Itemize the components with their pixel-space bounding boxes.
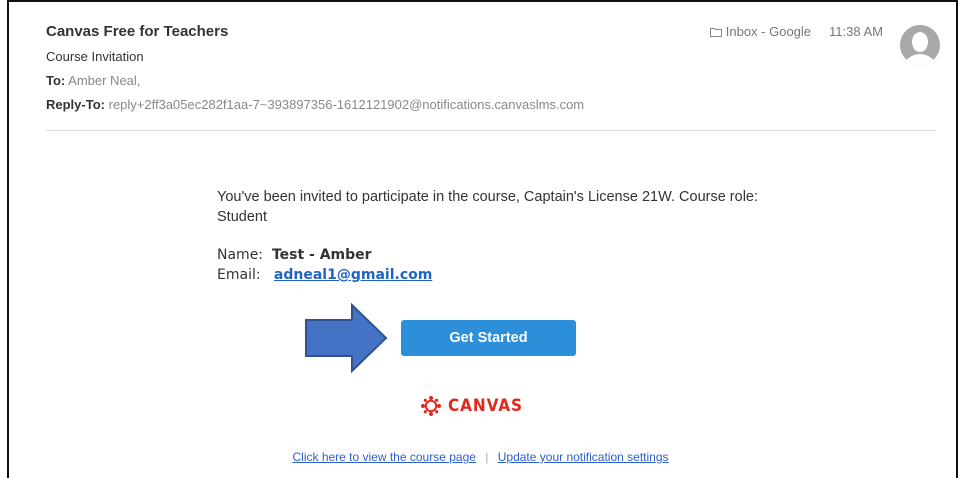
notification-settings-link[interactable]: Update your notification settings — [498, 450, 669, 464]
reply-to-value: reply+2ff3a05ec282f1aa-7~393897356-16121… — [108, 97, 585, 112]
canvas-logo-icon — [421, 396, 441, 416]
email-time: 11:38 AM — [829, 24, 883, 39]
folder-icon — [709, 27, 722, 37]
email-footer: Click here to view the course page | Upd… — [0, 450, 961, 464]
avatar[interactable] — [900, 25, 940, 65]
course-page-link[interactable]: Click here to view the course page — [292, 450, 475, 464]
get-started-button[interactable]: Get Started — [401, 320, 576, 356]
sender-name: Canvas Free for Teachers — [46, 23, 229, 40]
email-header: Canvas Free for Teachers Course Invitati… — [46, 0, 943, 132]
name-value: Test - Amber — [271, 247, 372, 263]
name-row: Name: Test - Amber — [217, 245, 432, 265]
canvas-logo: CANVAS — [420, 395, 531, 417]
account-info: Name: Test - Amber Email: adneal1@gmail.… — [217, 245, 432, 285]
footer-separator: | — [485, 450, 489, 464]
email-link[interactable]: adneal1@gmail.com — [274, 267, 432, 283]
email-row: Email: adneal1@gmail.com — [217, 265, 432, 285]
avatar-icon — [900, 25, 940, 65]
invitation-text: You've been invited to participate in th… — [217, 189, 759, 225]
to-label: To: — [46, 73, 66, 88]
email-label: Email: — [217, 267, 261, 283]
email-meta: Inbox - Google 11:38 AM — [709, 24, 883, 39]
email-subject: Course Invitation — [46, 49, 144, 64]
name-label: Name: — [217, 247, 264, 263]
header-divider — [46, 130, 936, 131]
folder-label[interactable]: Inbox - Google — [726, 24, 811, 39]
canvas-logo-text: CANVAS — [448, 396, 523, 416]
arrow-pointer — [305, 303, 388, 373]
reply-to-line: Reply-To: reply+2ff3a05ec282f1aa-7~39389… — [46, 97, 584, 112]
to-value: Amber Neal, — [68, 73, 141, 88]
reply-to-label: Reply-To: — [46, 97, 105, 112]
to-line: To: Amber Neal, — [46, 73, 140, 88]
